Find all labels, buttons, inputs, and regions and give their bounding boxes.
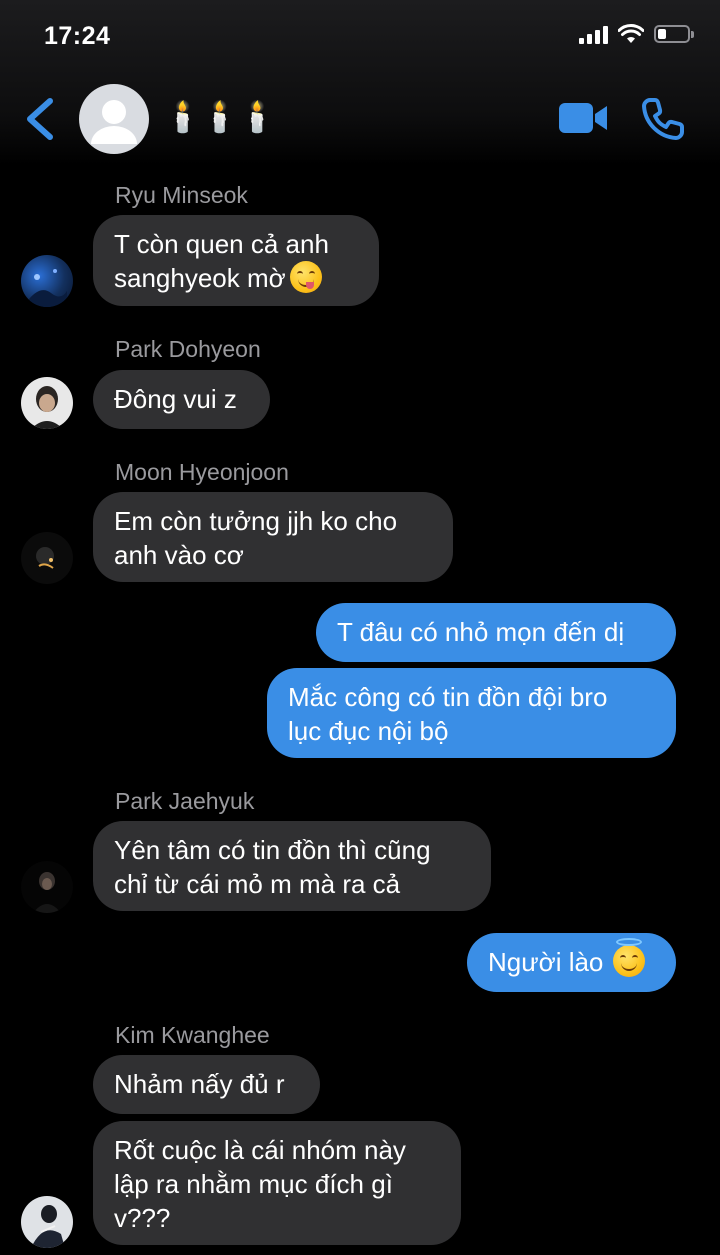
- profile-photo: [31, 386, 63, 429]
- message-line: T đâu có nhỏ mọn đến dị: [337, 617, 625, 647]
- smiling-face-with-halo-icon: [613, 938, 646, 977]
- avatar-kim-kwanghee[interactable]: [21, 1196, 73, 1248]
- person-icon: [91, 100, 137, 144]
- sender-name: Park Dohyeon: [115, 336, 261, 362]
- message-line: Người lào: [488, 938, 655, 979]
- message-line: sanghyeok mờ: [114, 261, 358, 295]
- message-line: anh vào cơ: [114, 540, 244, 570]
- wifi-icon: [618, 24, 644, 43]
- sender-name: Kim Kwanghee: [115, 1022, 270, 1048]
- sender-name: Moon Hyeonjoon: [115, 459, 289, 485]
- chat-header: 17:24 🕯️🕯️🕯️: [0, 0, 720, 165]
- message-line: Yên tâm có tin đồn thì cũng: [114, 835, 431, 865]
- message-line-text: Người lào: [488, 947, 604, 977]
- incoming-message[interactable]: T còn quen cả anh sanghyeok mờ: [93, 215, 379, 306]
- status-icons: [579, 24, 694, 44]
- cellular-signal-icon: [579, 24, 608, 44]
- incoming-message[interactable]: Yên tâm có tin đồn thì cũng chỉ từ cái m…: [93, 821, 491, 911]
- phone-icon[interactable]: [640, 96, 686, 142]
- message-line: Mắc công có tin đồn đội bro: [288, 682, 608, 712]
- message-line: chỉ từ cái mỏ m mà ra cả: [114, 869, 401, 899]
- sender-name: Park Jaehyuk: [115, 788, 255, 814]
- group-avatar[interactable]: [79, 84, 149, 154]
- avatar-moon-hyeonjoon[interactable]: [21, 532, 73, 584]
- group-title[interactable]: 🕯️🕯️🕯️: [164, 100, 276, 135]
- back-chevron-icon[interactable]: [22, 96, 56, 142]
- status-time: 17:24: [44, 22, 111, 50]
- incoming-message[interactable]: Đông vui z: [93, 370, 270, 429]
- profile-photo: [31, 1205, 65, 1248]
- sender-name: Ryu Minseok: [115, 182, 248, 208]
- profile-photo: [36, 547, 54, 569]
- message-line-text: sanghyeok mờ: [114, 263, 286, 293]
- profile-photo: [33, 872, 61, 913]
- message-line: Nhảm nấy đủ r: [114, 1069, 285, 1099]
- incoming-message[interactable]: Nhảm nấy đủ r: [93, 1055, 320, 1114]
- message-line: lập ra nhằm mục đích gì: [114, 1169, 393, 1199]
- profile-photo: [29, 269, 67, 307]
- avatar-ryu-minseok[interactable]: [21, 255, 73, 307]
- message-line: Rốt cuộc là cái nhóm này: [114, 1135, 406, 1165]
- message-line: v???: [114, 1203, 171, 1233]
- avatar-park-dohyeon[interactable]: [21, 377, 73, 429]
- video-camera-icon[interactable]: [559, 100, 609, 136]
- message-line: Đông vui z: [114, 384, 237, 414]
- incoming-message[interactable]: Em còn tưởng jjh ko cho anh vào cơ: [93, 492, 453, 582]
- battery-icon: [654, 25, 694, 43]
- avatar-park-jaehyuk[interactable]: [21, 861, 73, 913]
- message-line: Em còn tưởng jjh ko cho: [114, 506, 398, 536]
- face-savoring-food-icon: [289, 261, 322, 293]
- outgoing-message[interactable]: T đâu có nhỏ mọn đến dị: [316, 603, 676, 662]
- incoming-message[interactable]: Rốt cuộc là cái nhóm này lập ra nhằm mục…: [93, 1121, 461, 1245]
- outgoing-message[interactable]: Mắc công có tin đồn đội bro lục đục nội …: [267, 668, 676, 758]
- message-line: lục đục nội bộ: [288, 716, 449, 746]
- outgoing-message[interactable]: Người lào: [467, 933, 676, 992]
- message-line: T còn quen cả anh: [114, 229, 329, 259]
- battery-level: [658, 29, 666, 39]
